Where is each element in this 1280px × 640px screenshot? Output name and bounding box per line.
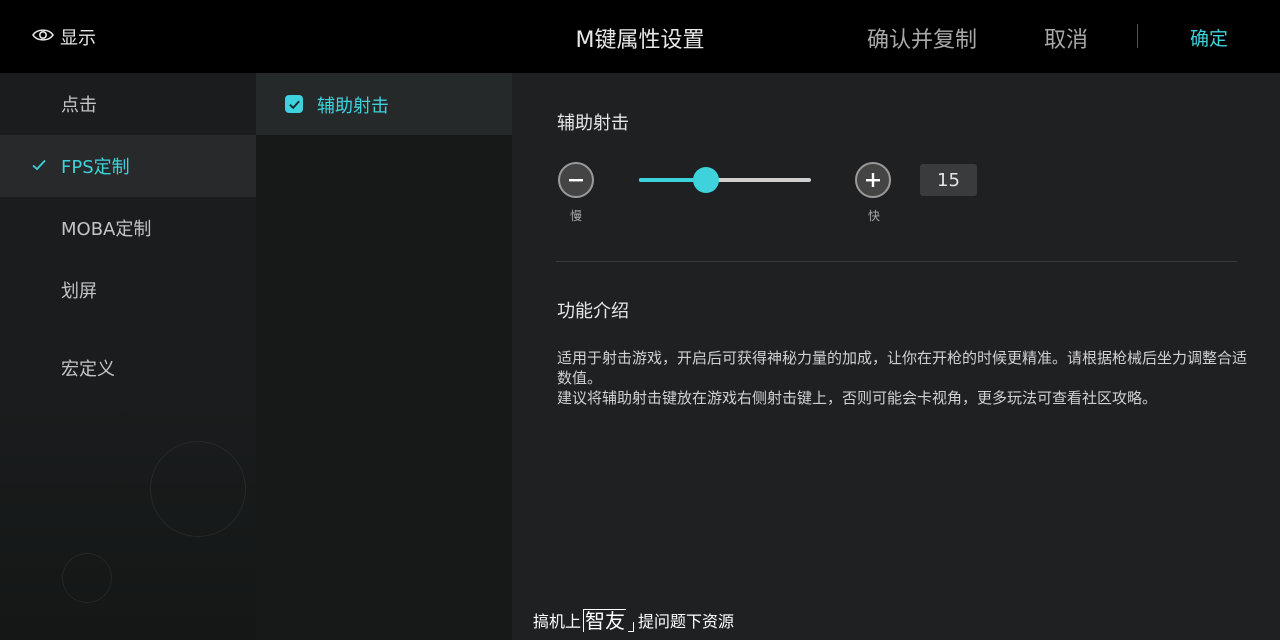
watermark-bracket	[628, 622, 635, 632]
plus-icon	[866, 173, 880, 187]
background-button-ghost	[62, 553, 112, 603]
top-bar: 显示 M键属性设置 确认并复制 取消 确定	[0, 0, 1280, 73]
menu-item-macro[interactable]: 宏定义	[0, 337, 256, 399]
category-menu: 点击 FPS定制 MOBA定制 划屏 宏定义	[0, 73, 256, 640]
slider-thumb[interactable]	[693, 167, 720, 193]
description-paragraph: 建议将辅助射击键放在游戏右侧射击键上，否则可能会卡视角，更多玩法可查看社区攻略。	[557, 389, 1158, 407]
function-list: 辅助射击	[256, 73, 512, 640]
decrease-button[interactable]	[558, 162, 594, 198]
menu-item-fps[interactable]: FPS定制	[0, 135, 256, 197]
menu-item-swipe[interactable]: 划屏	[0, 259, 256, 321]
menu-item-label: 划屏	[61, 281, 97, 302]
confirm-and-copy-button[interactable]: 确认并复制	[867, 22, 977, 54]
menu-item-label: 点击	[61, 95, 97, 116]
watermark: 搞机上 智友 提问题下资源	[533, 608, 734, 632]
intro-title: 功能介绍	[557, 301, 629, 322]
intro-description: 适用于射击游戏，开启后可获得神秘力量的加成，让你在开枪的时候更精准。请根据枪械后…	[557, 348, 1247, 408]
menu-item-click[interactable]: 点击	[0, 73, 256, 135]
background-joystick-ghost	[150, 441, 246, 537]
menu-item-label: 宏定义	[61, 359, 115, 380]
value-display: 15	[920, 164, 977, 196]
section-title: 辅助射击	[557, 113, 629, 134]
cancel-button[interactable]: 取消	[1044, 22, 1088, 54]
fast-label: 快	[867, 209, 880, 223]
watermark-brand: 智友	[583, 609, 627, 633]
show-toggle-label: 显示	[60, 28, 96, 49]
menu-item-label: FPS定制	[61, 157, 130, 178]
description-paragraph: 适用于射击游戏，开启后可获得神秘力量的加成，让你在开枪的时候更精准。请根据枪械后…	[557, 349, 1248, 387]
checkbox-checked-icon[interactable]	[285, 95, 303, 113]
function-item-assist-shoot[interactable]: 辅助射击	[256, 73, 512, 135]
show-toggle-button[interactable]: 显示	[32, 24, 96, 50]
slow-label: 慢	[569, 209, 582, 223]
ok-button[interactable]: 确定	[1190, 24, 1228, 51]
section-divider	[556, 261, 1237, 262]
settings-panel: 辅助射击 慢 快 15 功能介绍 适用于射击游戏，开启后可获得神秘力量的加成，让…	[512, 73, 1280, 640]
speed-slider[interactable]	[639, 167, 811, 193]
increase-button[interactable]	[855, 162, 891, 198]
menu-item-moba[interactable]: MOBA定制	[0, 197, 256, 259]
eye-icon	[32, 27, 54, 48]
menu-item-label: MOBA定制	[61, 219, 152, 240]
watermark-text-pre: 搞机上	[533, 612, 582, 631]
watermark-text-post: 提问题下资源	[638, 612, 735, 631]
checkmark-icon	[31, 157, 47, 173]
toolbar-divider	[1137, 24, 1138, 48]
function-item-label: 辅助射击	[317, 96, 389, 117]
minus-icon	[569, 179, 583, 182]
